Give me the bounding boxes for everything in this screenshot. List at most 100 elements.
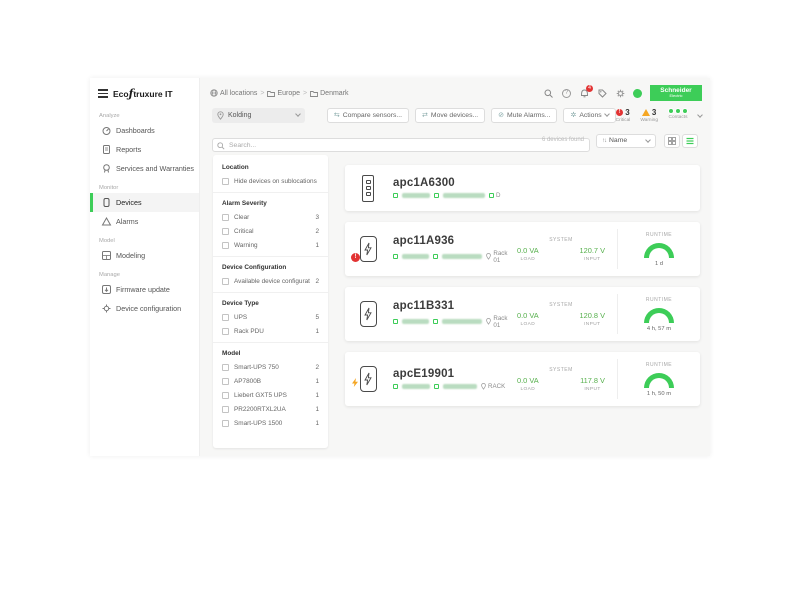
checkbox[interactable] [222, 214, 229, 221]
filter-option[interactable]: Smart-UPS 1500 1 [213, 416, 328, 430]
device-location: Rack 01 [486, 250, 515, 264]
location-filter-select[interactable]: Kolding [212, 108, 305, 123]
settings-gear-icon[interactable] [615, 88, 626, 99]
checkbox[interactable] [222, 392, 229, 399]
device-name[interactable]: apc1A6300 [393, 177, 690, 189]
runtime-block: RUNTIME 4 h, 57 m [628, 297, 690, 332]
tag-icon[interactable] [597, 88, 608, 99]
actions-gear-icon: ✲ [570, 111, 576, 119]
breadcrumb-europe[interactable]: Europe [267, 90, 300, 97]
runtime-gauge [644, 308, 674, 323]
serial-number-icon [433, 319, 438, 324]
ip-address-icon [393, 193, 398, 198]
filter-option[interactable]: Warning 1 [213, 238, 328, 252]
sidebar-section-analyze: Analyze [90, 106, 199, 121]
checkbox[interactable] [222, 328, 229, 335]
grid-view-button[interactable] [664, 134, 680, 148]
device-meta: D [393, 192, 690, 199]
sidebar-item-alarms[interactable]: Alarms [90, 212, 199, 231]
checkbox[interactable] [222, 364, 229, 371]
compare-sensors-button[interactable]: ⇆Compare sensors... [327, 108, 409, 123]
filter-option[interactable]: Clear 3 [213, 210, 328, 224]
sidebar-item-reports[interactable]: Reports [90, 140, 199, 159]
user-avatar[interactable] [633, 89, 642, 98]
actions-button[interactable]: ✲Actions [563, 108, 615, 123]
search-input[interactable] [212, 138, 590, 152]
filter-option[interactable]: Rack PDU 1 [213, 324, 328, 338]
move-devices-button[interactable]: ⇄Move devices... [415, 108, 485, 123]
notifications-bell-icon[interactable]: 4 [579, 88, 590, 99]
redacted-ip-address [402, 193, 430, 198]
contacts-summary[interactable]: Contacts [668, 108, 688, 120]
checkbox[interactable] [222, 420, 229, 427]
redacted-serial-number [443, 384, 477, 389]
filter-option[interactable]: Hide devices on sublocations [213, 174, 328, 188]
sidebar-item-dashboards[interactable]: Dashboards [90, 121, 199, 140]
filter-option[interactable]: Smart-UPS 750 2 [213, 360, 328, 374]
checkbox[interactable] [222, 314, 229, 321]
system-block: SYSTEM 0.0 VALOAD 117.8 VINPUT [515, 367, 607, 392]
grid-icon [668, 137, 676, 145]
help-icon[interactable]: ? [561, 88, 572, 99]
hamburger-menu-icon[interactable] [98, 89, 108, 97]
checkbox[interactable] [222, 228, 229, 235]
input-value: 120.8 V [580, 311, 605, 320]
report-icon [102, 145, 111, 154]
filter-option[interactable]: Liebert GXT5 UPS 1 [213, 388, 328, 402]
device-name[interactable]: apcE19901 [393, 368, 515, 380]
device-card-apcE19901[interactable]: apcE19901 RACK SYSTEM [345, 352, 700, 406]
toolbar-buttons: ⇆Compare sensors... ⇄Move devices... ⊘Mu… [327, 108, 616, 123]
mute-alarms-button[interactable]: ⊘Mute Alarms... [491, 108, 557, 123]
filter-option[interactable]: Available device configurations 2 [213, 274, 328, 288]
warning-alarm-summary[interactable]: 3 Warning [640, 108, 658, 123]
list-view-button[interactable] [682, 134, 698, 148]
sidebar-item-devices[interactable]: Devices [90, 193, 199, 212]
filter-option[interactable]: AP7800B 1 [213, 374, 328, 388]
sidebar-item-services-warranties[interactable]: Services and Warranties [90, 159, 199, 178]
alarm-summary: !3 Critical 3 Warning Contacts [616, 108, 702, 123]
critical-alarm-summary[interactable]: !3 Critical [616, 108, 631, 123]
checkbox[interactable] [222, 242, 229, 249]
search-row: 6 devices found ↑↓ Name [212, 133, 702, 148]
chevron-down-icon[interactable] [697, 112, 703, 118]
alarm-triangle-icon [102, 217, 111, 226]
chevron-down-icon [604, 111, 610, 117]
search-icon[interactable] [543, 88, 554, 99]
top-bar: All locations > Europe > Denmark ? [210, 84, 702, 102]
sidebar-section-manage: Manage [90, 265, 199, 280]
toolbar: Kolding ⇆Compare sensors... ⇄Move device… [212, 106, 702, 124]
device-card-apc1A6300[interactable]: apc1A6300 D [345, 165, 700, 211]
device-tag: D [489, 192, 500, 199]
device-card-apc11A936[interactable]: apc11A936 Rack 01 SYSTEM [345, 222, 700, 276]
device-name[interactable]: apc11B331 [393, 300, 515, 312]
checkbox[interactable] [222, 406, 229, 413]
sort-select[interactable]: ↑↓ Name [596, 134, 656, 148]
device-meta: RACK [393, 383, 515, 390]
breadcrumb-separator: > [260, 90, 264, 97]
device-name[interactable]: apc11A936 [393, 235, 515, 247]
sidebar-item-device-configuration[interactable]: Device configuration [90, 299, 199, 318]
device-card-apc11B331[interactable]: apc11B331 Rack 01 SYSTEM [345, 287, 700, 341]
firmware-update-icon [102, 285, 111, 294]
move-icon: ⇄ [422, 111, 428, 119]
sidebar-item-modeling[interactable]: Modeling [90, 246, 199, 265]
filter-option[interactable]: UPS 5 [213, 310, 328, 324]
schneider-electric-logo[interactable]: Schneider Electric [650, 85, 702, 101]
redacted-serial-number [442, 319, 482, 324]
sidebar: Ecoƒtruxure IT Analyze Dashboards Report… [90, 78, 200, 456]
ups-icon [355, 366, 381, 392]
system-block: SYSTEM 0.0 VALOAD 120.8 VINPUT [515, 302, 607, 327]
sidebar-item-firmware-update[interactable]: Firmware update [90, 280, 199, 299]
filter-option[interactable]: PR2200RTXL2UA 1 [213, 402, 328, 416]
checkbox[interactable] [222, 178, 229, 185]
critical-badge-icon [351, 253, 360, 262]
filter-option[interactable]: Critical 2 [213, 224, 328, 238]
checkbox[interactable] [222, 278, 229, 285]
breadcrumb-all-locations[interactable]: All locations [210, 89, 257, 97]
filter-group-device-type: Device Type UPS 5 Rack PDU 1 [213, 293, 328, 343]
device-icon [102, 198, 111, 207]
breadcrumb-denmark[interactable]: Denmark [310, 90, 348, 97]
checkbox[interactable] [222, 378, 229, 385]
filter-group-location: Location Hide devices on sublocations [213, 157, 328, 193]
device-location: RACK [481, 383, 505, 390]
